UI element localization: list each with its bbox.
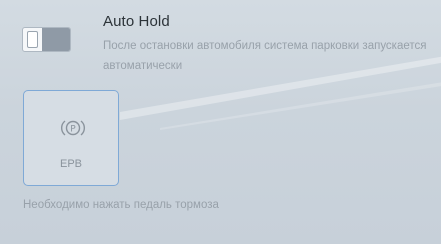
toggle-track xyxy=(42,28,70,51)
auto-hold-toggle[interactable] xyxy=(22,27,71,52)
epb-button[interactable]: P EPB xyxy=(23,90,119,186)
parking-brake-icon: P xyxy=(61,120,85,136)
epb-label: EPB xyxy=(59,158,82,170)
toggle-knob xyxy=(27,31,38,48)
auto-hold-description: После остановки автомобиля система парко… xyxy=(103,40,427,72)
svg-text:P: P xyxy=(70,124,76,134)
auto-hold-settings-panel: Auto Hold После остановки автомобиля сис… xyxy=(0,0,441,244)
auto-hold-title: Auto Hold xyxy=(103,13,170,30)
brake-pedal-note: Необходимо нажать педаль тормоза xyxy=(23,199,219,211)
